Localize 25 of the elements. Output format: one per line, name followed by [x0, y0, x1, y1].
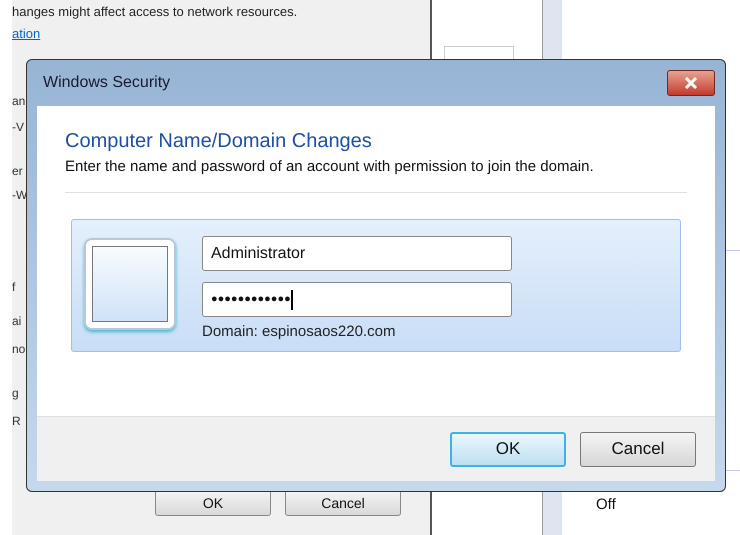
dialog-button[interactable]: OK: [450, 432, 566, 466]
dialog-heading: Computer Name/Domain Changes: [65, 129, 373, 154]
label-fragment: -V: [12, 119, 24, 136]
status-value: Off: [596, 495, 616, 515]
close-icon: [684, 77, 698, 89]
dialog-button[interactable]: Cancel: [285, 490, 401, 516]
user-tile-icon: [84, 238, 176, 330]
settings-link[interactable]: ation: [12, 26, 40, 40]
username-field[interactable]: Administrator: [202, 236, 512, 271]
close-button[interactable]: [667, 70, 715, 96]
notice-text: hanges might affect access to network resources.: [12, 3, 298, 21]
window-title: Windows Security: [43, 73, 170, 93]
label-fragment: an: [12, 93, 26, 110]
domain-label: Domain: espinosaos220.com: [202, 322, 396, 342]
dialog-description: Enter the name and password of an account with permission to join the domain.: [65, 157, 595, 177]
label-fragment: R: [12, 413, 21, 430]
label-fragment: f: [12, 279, 16, 296]
label-fragment: ai: [12, 313, 22, 330]
password-value: ●●●●●●●●●●●●: [211, 292, 291, 308]
label-fragment: er: [12, 163, 23, 180]
password-field[interactable]: ●●●●●●●●●●●●: [202, 282, 512, 317]
label-fragment: no: [12, 341, 26, 358]
label-fragment: g: [12, 385, 19, 402]
dialog-button[interactable]: Cancel: [580, 432, 696, 466]
dialog-button[interactable]: OK: [155, 490, 271, 516]
